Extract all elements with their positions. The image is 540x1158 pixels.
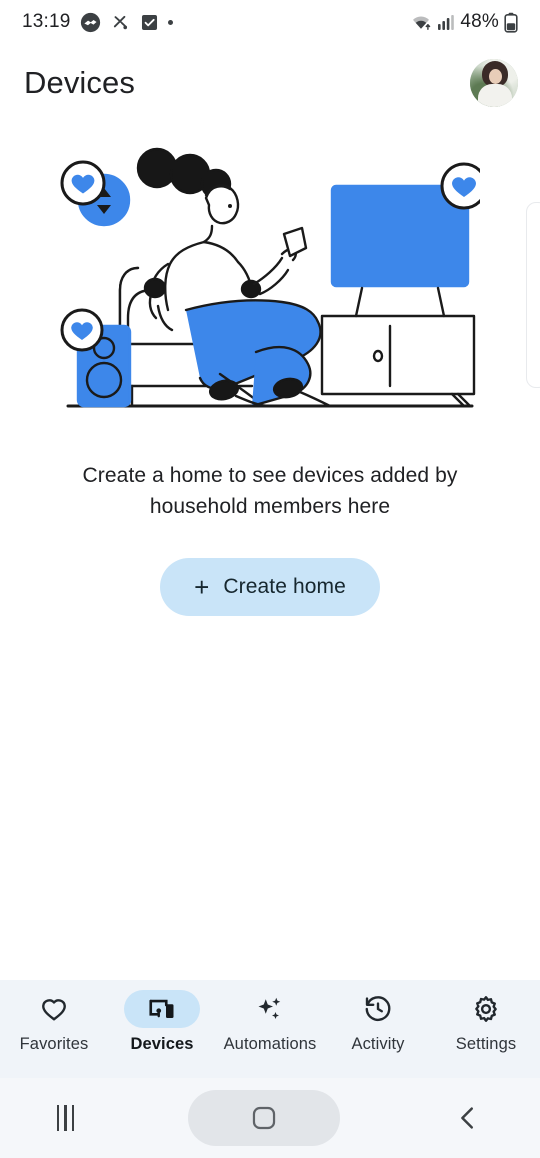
status-bar-clock: 13:19 <box>22 11 71 32</box>
nav-label-automations: Automations <box>223 1035 317 1053</box>
battery-percent-label: 48% <box>460 11 499 32</box>
recents-button[interactable] <box>56 1105 75 1131</box>
avatar-body <box>478 84 512 107</box>
devices-icon <box>149 999 174 1018</box>
create-home-row: + Create home <box>0 558 540 616</box>
home-devices-illustration <box>60 147 480 408</box>
page-title: Devices <box>24 65 135 100</box>
recents-icon <box>56 1105 75 1131</box>
back-button[interactable] <box>453 1103 483 1133</box>
home-icon <box>252 1106 275 1130</box>
sparkles-icon <box>258 997 281 1019</box>
checkbox-icon <box>141 14 157 30</box>
nav-pill-activity <box>340 990 416 1028</box>
nav-item-settings[interactable]: Settings <box>434 990 538 1054</box>
avatar[interactable] <box>470 59 518 107</box>
nav-item-automations[interactable]: Automations <box>218 990 322 1054</box>
back-icon <box>461 1107 474 1129</box>
nav-label-devices: Devices <box>130 1035 194 1053</box>
app-header: Devices <box>0 44 540 122</box>
mute-alarm-icon <box>113 15 127 29</box>
avatar-face <box>489 69 502 84</box>
home-button[interactable] <box>187 1090 340 1146</box>
battery-icon <box>504 12 518 33</box>
nav-pill-settings <box>448 990 524 1028</box>
nav-item-devices[interactable]: Devices <box>110 990 214 1054</box>
nav-label-activity: Activity <box>351 1035 405 1053</box>
handshake-icon <box>80 12 100 32</box>
nav-item-favorites[interactable]: Favorites <box>2 990 106 1054</box>
system-navigation-bar <box>0 1078 540 1158</box>
nav-label-settings: Settings <box>455 1035 517 1053</box>
status-bar-left: 13:19 <box>22 11 173 33</box>
app-root: 13:19 48% Devices Create a home to see d… <box>0 0 540 1158</box>
create-home-label: Create home <box>223 575 346 598</box>
create-home-button[interactable]: + Create home <box>160 558 380 616</box>
nav-pill-automations <box>232 990 308 1028</box>
dot-indicator <box>167 19 173 25</box>
nav-pill-favorites <box>16 990 92 1028</box>
history-icon <box>365 996 391 1021</box>
gear-icon <box>475 996 497 1022</box>
status-bar: 13:19 48% <box>0 0 540 44</box>
nav-item-activity[interactable]: Activity <box>326 990 430 1054</box>
bottom-navigation: Favorites Devices Automations Activity S… <box>0 980 540 1078</box>
empty-state-message: Create a home to see devices added by ho… <box>82 464 458 518</box>
wifi-icon <box>413 16 431 30</box>
illustration-container <box>0 138 540 438</box>
nav-label-favorites: Favorites <box>19 1035 89 1053</box>
cellular-signal-icon <box>438 15 455 30</box>
nav-pill-devices <box>124 990 200 1028</box>
plus-icon: + <box>194 572 210 602</box>
status-bar-right: 48% <box>410 11 518 33</box>
heart-icon <box>42 999 66 1021</box>
